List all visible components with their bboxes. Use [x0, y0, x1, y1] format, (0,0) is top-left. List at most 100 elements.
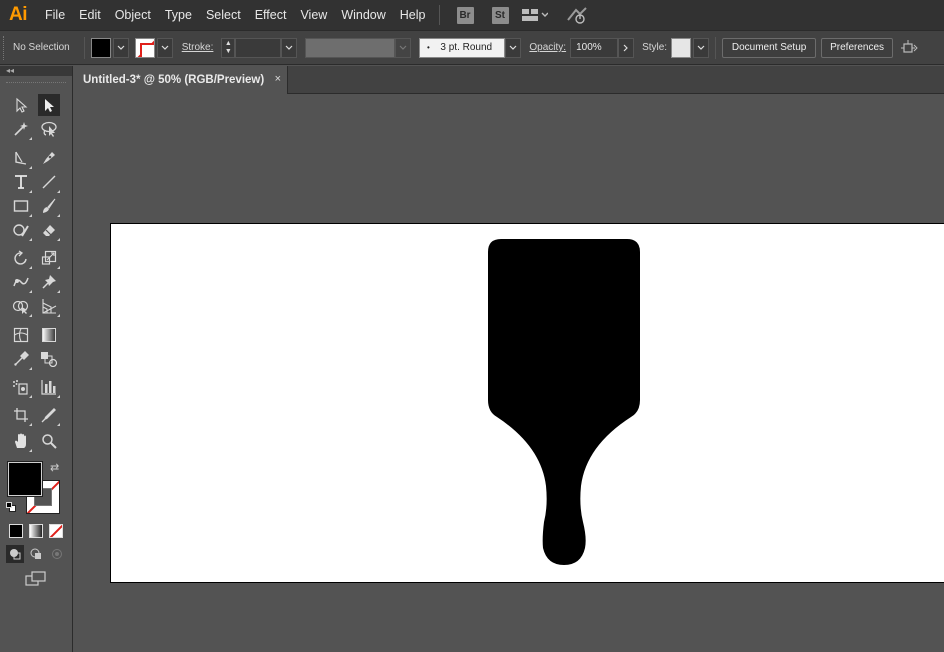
column-graph-tool[interactable]	[38, 376, 60, 398]
gpu-performance-icon[interactable]	[566, 6, 588, 24]
perspective-grid-tool[interactable]	[38, 295, 60, 317]
rectangle-tool[interactable]	[10, 195, 32, 217]
tools-collapse-toggle[interactable]: ◂◂	[0, 66, 72, 76]
gradient-tool[interactable]	[38, 324, 60, 346]
direct-selection-tool[interactable]	[38, 94, 60, 116]
fill-color-swatch[interactable]	[90, 37, 111, 58]
stroke-color-swatch[interactable]	[134, 37, 155, 58]
symbol-sprayer-tool[interactable]	[10, 376, 32, 398]
menu-file[interactable]: File	[38, 0, 72, 30]
stepper-up-icon[interactable]: ▲	[225, 40, 232, 48]
tools-panel: ◂◂ ⇄	[0, 66, 73, 652]
bridge-button[interactable]: Br	[456, 6, 474, 24]
zoom-tool[interactable]	[38, 430, 60, 452]
menu-help[interactable]: Help	[393, 0, 433, 30]
tool-flyout-indicator	[29, 314, 32, 317]
scale-tool[interactable]	[38, 247, 60, 269]
pen-tool[interactable]	[10, 147, 32, 169]
graphic-style-dropdown[interactable]	[693, 37, 710, 58]
document-tab[interactable]: Untitled-3* @ 50% (RGB/Preview) ×	[74, 66, 288, 94]
tool-flyout-indicator	[29, 214, 32, 217]
screen-mode-icon[interactable]	[24, 569, 48, 589]
stepper-down-icon[interactable]: ▼	[225, 48, 232, 56]
stroke-weight-dropdown[interactable]	[281, 37, 298, 58]
tool-flyout-indicator	[57, 266, 60, 269]
tool-flyout-indicator	[57, 214, 60, 217]
tool-flyout-indicator	[29, 137, 32, 140]
panel-grip[interactable]	[3, 35, 9, 60]
stroke-color-dropdown[interactable]	[156, 37, 173, 58]
hand-tool[interactable]	[10, 430, 32, 452]
blend-tool[interactable]	[38, 348, 60, 370]
tool-flyout-indicator	[29, 423, 32, 426]
rotate-tool[interactable]	[10, 247, 32, 269]
canvas-area[interactable]	[74, 95, 944, 652]
line-segment-tool[interactable]	[38, 171, 60, 193]
fill-box[interactable]	[7, 461, 43, 497]
tool-flyout-indicator	[29, 266, 32, 269]
tool-flyout-indicator	[57, 423, 60, 426]
brush-definition-dropdown[interactable]	[505, 37, 522, 58]
stroke-weight-input[interactable]	[235, 37, 282, 58]
type-tool[interactable]	[10, 171, 32, 193]
eraser-tool[interactable]	[38, 219, 60, 241]
paintbrush-artwork[interactable]	[111, 224, 944, 584]
variable-width-dropdown[interactable]	[395, 37, 412, 58]
default-fill-stroke-icon[interactable]	[6, 502, 16, 512]
preferences-button[interactable]: Preferences	[821, 37, 894, 58]
graphic-style-swatch[interactable]	[671, 37, 692, 58]
app-logo: Ai	[9, 4, 28, 25]
artboard[interactable]	[110, 223, 944, 583]
menu-window[interactable]: Window	[334, 0, 392, 30]
opacity-arrow-button[interactable]	[618, 37, 635, 58]
opacity-input[interactable]: 100%	[570, 37, 619, 58]
artboard-tool[interactable]	[10, 404, 32, 426]
control-bar: No Selection Stroke: ▲ ▼ • 3 pt. Round O…	[0, 30, 944, 65]
control-separator	[83, 36, 85, 59]
stock-button[interactable]: St	[491, 6, 509, 24]
close-tab-icon[interactable]: ×	[275, 73, 281, 85]
draw-behind-icon[interactable]	[27, 545, 45, 563]
magic-wand-tool[interactable]	[10, 118, 32, 140]
style-label: Style:	[642, 42, 668, 53]
tool-flyout-indicator	[57, 290, 60, 293]
document-setup-button[interactable]: Document Setup	[722, 37, 817, 58]
menu-select[interactable]: Select	[199, 0, 248, 30]
none-mode-button[interactable]	[49, 524, 63, 538]
shape-builder-tool[interactable]	[10, 295, 32, 317]
warp-tool[interactable]	[10, 271, 32, 293]
menu-type[interactable]: Type	[158, 0, 199, 30]
menu-effect[interactable]: Effect	[248, 0, 294, 30]
tools-grip[interactable]	[6, 82, 66, 94]
curvature-tool[interactable]	[38, 147, 60, 169]
workspace-switcher-icon[interactable]	[521, 8, 548, 22]
stroke-label[interactable]: Stroke:	[182, 42, 214, 53]
opacity-label[interactable]: Opacity:	[529, 42, 566, 53]
puppet-warp-tool[interactable]	[38, 271, 60, 293]
swap-fill-stroke-icon[interactable]: ⇄	[50, 461, 59, 474]
draw-normal-icon[interactable]	[6, 545, 24, 563]
menu-edit[interactable]: Edit	[72, 0, 108, 30]
eyedropper-tool[interactable]	[10, 348, 32, 370]
illustrator-window: Ai File Edit Object Type Select Effect V…	[0, 0, 944, 652]
brush-definition-field[interactable]: • 3 pt. Round	[419, 37, 506, 58]
paintbrush-silhouette[interactable]	[488, 239, 640, 565]
selection-tool[interactable]	[10, 94, 32, 116]
menu-object[interactable]: Object	[108, 0, 158, 30]
tool-flyout-indicator	[29, 166, 32, 169]
slice-tool[interactable]	[38, 404, 60, 426]
stroke-weight-stepper[interactable]: ▲ ▼	[221, 37, 236, 58]
color-mode-button[interactable]	[9, 524, 23, 538]
draw-inside-icon[interactable]	[48, 545, 66, 563]
mesh-tool[interactable]	[10, 324, 32, 346]
variable-width-profile[interactable]	[305, 37, 396, 58]
lasso-tool[interactable]	[38, 118, 60, 140]
menu-view[interactable]: View	[293, 0, 334, 30]
paintbrush-tool[interactable]	[38, 195, 60, 217]
document-tab-title: Untitled-3* @ 50% (RGB/Preview)	[83, 74, 265, 86]
tool-flyout-indicator	[29, 190, 32, 193]
shaper-tool[interactable]	[10, 219, 32, 241]
arrange-documents-icon[interactable]	[901, 39, 919, 57]
gradient-mode-button[interactable]	[29, 524, 43, 538]
fill-dropdown[interactable]	[112, 37, 129, 58]
